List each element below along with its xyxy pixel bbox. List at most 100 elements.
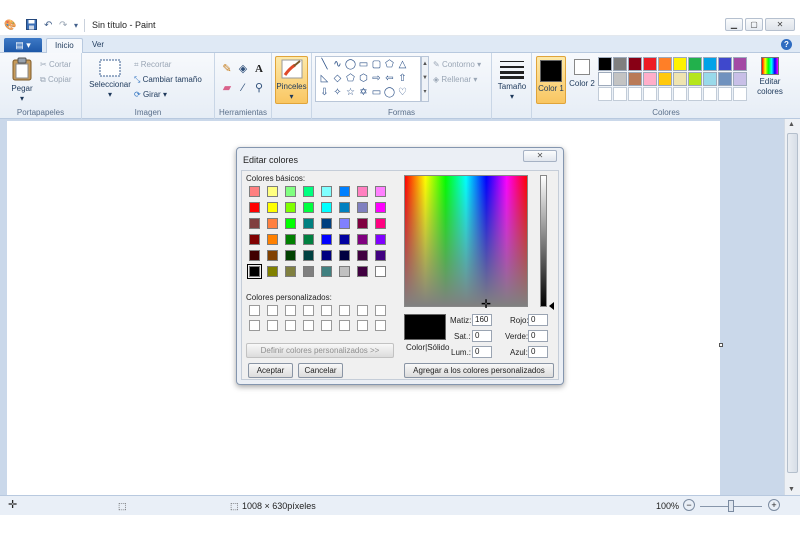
- basic-color-swatch[interactable]: [375, 218, 386, 229]
- callout-oval-shape-icon[interactable]: ◯: [383, 87, 396, 99]
- basic-color-swatch[interactable]: [249, 234, 260, 245]
- basic-color-swatch[interactable]: [339, 186, 350, 197]
- basic-color-swatch[interactable]: [375, 250, 386, 261]
- palette-swatch[interactable]: [688, 57, 702, 71]
- basic-color-swatch[interactable]: [357, 186, 368, 197]
- hexagon-shape-icon[interactable]: ⬡: [357, 73, 370, 85]
- palette-swatch[interactable]: [628, 57, 642, 71]
- custom-color-swatch[interactable]: [249, 320, 260, 331]
- four-point-star-shape-icon[interactable]: ✧: [331, 87, 344, 99]
- palette-empty-swatch[interactable]: [613, 87, 627, 101]
- cut-button[interactable]: ✂ Cortar: [40, 59, 71, 70]
- maximize-button[interactable]: ▢: [745, 18, 763, 31]
- eraser-icon[interactable]: ▰: [219, 80, 235, 96]
- basic-color-swatch[interactable]: [249, 186, 260, 197]
- right-arrow-shape-icon[interactable]: ⇨: [370, 73, 383, 85]
- basic-color-swatch[interactable]: [267, 186, 278, 197]
- color1-button[interactable]: Color 1: [536, 56, 566, 104]
- palette-empty-swatch[interactable]: [703, 87, 717, 101]
- basic-color-swatch[interactable]: [375, 266, 386, 277]
- palette-empty-swatch[interactable]: [628, 87, 642, 101]
- red-field[interactable]: 0: [528, 314, 548, 326]
- basic-color-swatch[interactable]: [339, 202, 350, 213]
- palette-swatch[interactable]: [643, 57, 657, 71]
- rectangle-shape-icon[interactable]: ▭: [357, 59, 370, 71]
- palette-empty-swatch[interactable]: [598, 87, 612, 101]
- fill-bucket-icon[interactable]: ◈: [235, 61, 251, 77]
- basic-color-swatch[interactable]: [267, 250, 278, 261]
- heart-shape-icon[interactable]: ♡: [396, 87, 409, 99]
- basic-color-swatch[interactable]: [357, 234, 368, 245]
- pencil-icon[interactable]: ✎: [219, 61, 235, 77]
- palette-swatch[interactable]: [703, 57, 717, 71]
- palette-swatch[interactable]: [718, 72, 732, 86]
- palette-swatch[interactable]: [628, 72, 642, 86]
- undo-icon[interactable]: ↶: [44, 19, 52, 32]
- basic-color-swatch[interactable]: [321, 250, 332, 261]
- vertical-scrollbar[interactable]: ▲ ▼: [784, 119, 800, 495]
- basic-color-swatch[interactable]: [339, 218, 350, 229]
- palette-swatch[interactable]: [613, 57, 627, 71]
- basic-color-swatch[interactable]: [267, 234, 278, 245]
- cancel-button[interactable]: Cancelar: [298, 363, 343, 378]
- palette-swatch[interactable]: [598, 72, 612, 86]
- custom-color-swatch[interactable]: [375, 305, 386, 316]
- palette-empty-swatch[interactable]: [718, 87, 732, 101]
- palette-swatch[interactable]: [688, 72, 702, 86]
- basic-color-swatch[interactable]: [249, 202, 260, 213]
- palette-swatch[interactable]: [643, 72, 657, 86]
- palette-empty-swatch[interactable]: [643, 87, 657, 101]
- color-picker-icon[interactable]: ⁄: [235, 80, 251, 96]
- basic-color-swatch[interactable]: [249, 266, 260, 277]
- palette-empty-swatch[interactable]: [673, 87, 687, 101]
- callout-rect-shape-icon[interactable]: ▭: [370, 87, 383, 99]
- palette-swatch[interactable]: [598, 57, 612, 71]
- basic-color-swatch[interactable]: [339, 250, 350, 261]
- custom-color-swatch[interactable]: [249, 305, 260, 316]
- custom-color-swatch[interactable]: [285, 305, 296, 316]
- basic-color-swatch[interactable]: [267, 202, 278, 213]
- palette-swatch[interactable]: [733, 72, 747, 86]
- basic-color-swatch[interactable]: [285, 202, 296, 213]
- basic-color-swatch[interactable]: [303, 186, 314, 197]
- file-menu-button[interactable]: ▤ ▾: [4, 38, 42, 52]
- basic-color-swatch[interactable]: [249, 218, 260, 229]
- scroll-down-icon[interactable]: ▼: [788, 486, 795, 493]
- custom-color-swatch[interactable]: [375, 320, 386, 331]
- shapes-scroll[interactable]: ▲▼▾: [421, 56, 429, 102]
- copy-button[interactable]: ⧉ Copiar: [40, 74, 72, 85]
- custom-color-swatch[interactable]: [285, 320, 296, 331]
- edit-colors-button[interactable]: Editar colores: [750, 57, 790, 97]
- diamond-shape-icon[interactable]: ◇: [331, 73, 344, 85]
- palette-empty-swatch[interactable]: [688, 87, 702, 101]
- basic-color-swatch[interactable]: [303, 250, 314, 261]
- custom-color-swatch[interactable]: [321, 320, 332, 331]
- basic-color-swatch[interactable]: [357, 202, 368, 213]
- color-spectrum[interactable]: [404, 175, 528, 307]
- basic-color-swatch[interactable]: [321, 202, 332, 213]
- select-button[interactable]: Seleccionar ▾: [88, 59, 132, 100]
- basic-color-swatch[interactable]: [375, 234, 386, 245]
- custom-color-swatch[interactable]: [303, 320, 314, 331]
- basic-color-swatch[interactable]: [303, 202, 314, 213]
- hue-field[interactable]: 160: [472, 314, 492, 326]
- close-button[interactable]: ✕: [765, 18, 795, 31]
- palette-swatch[interactable]: [703, 72, 717, 86]
- luminosity-arrow-icon[interactable]: [549, 302, 554, 310]
- basic-color-swatch[interactable]: [357, 266, 368, 277]
- custom-color-swatch[interactable]: [357, 320, 368, 331]
- up-arrow-shape-icon[interactable]: ⇧: [396, 73, 409, 85]
- palette-swatch[interactable]: [673, 72, 687, 86]
- dialog-close-button[interactable]: ✕: [523, 150, 557, 162]
- minimize-button[interactable]: ▁: [725, 18, 743, 31]
- define-custom-colors-button[interactable]: Definir colores personalizados >>: [246, 343, 394, 358]
- scroll-up-icon[interactable]: ▲: [788, 121, 795, 128]
- tab-home[interactable]: Inicio: [46, 38, 83, 53]
- custom-color-swatch[interactable]: [339, 305, 350, 316]
- magnifier-icon[interactable]: ⚲: [251, 80, 267, 96]
- basic-color-swatch[interactable]: [285, 186, 296, 197]
- basic-color-swatch[interactable]: [303, 234, 314, 245]
- color2-button[interactable]: Color 2: [569, 59, 595, 89]
- palette-empty-swatch[interactable]: [733, 87, 747, 101]
- crop-button[interactable]: ⌗ Recortar: [134, 59, 171, 70]
